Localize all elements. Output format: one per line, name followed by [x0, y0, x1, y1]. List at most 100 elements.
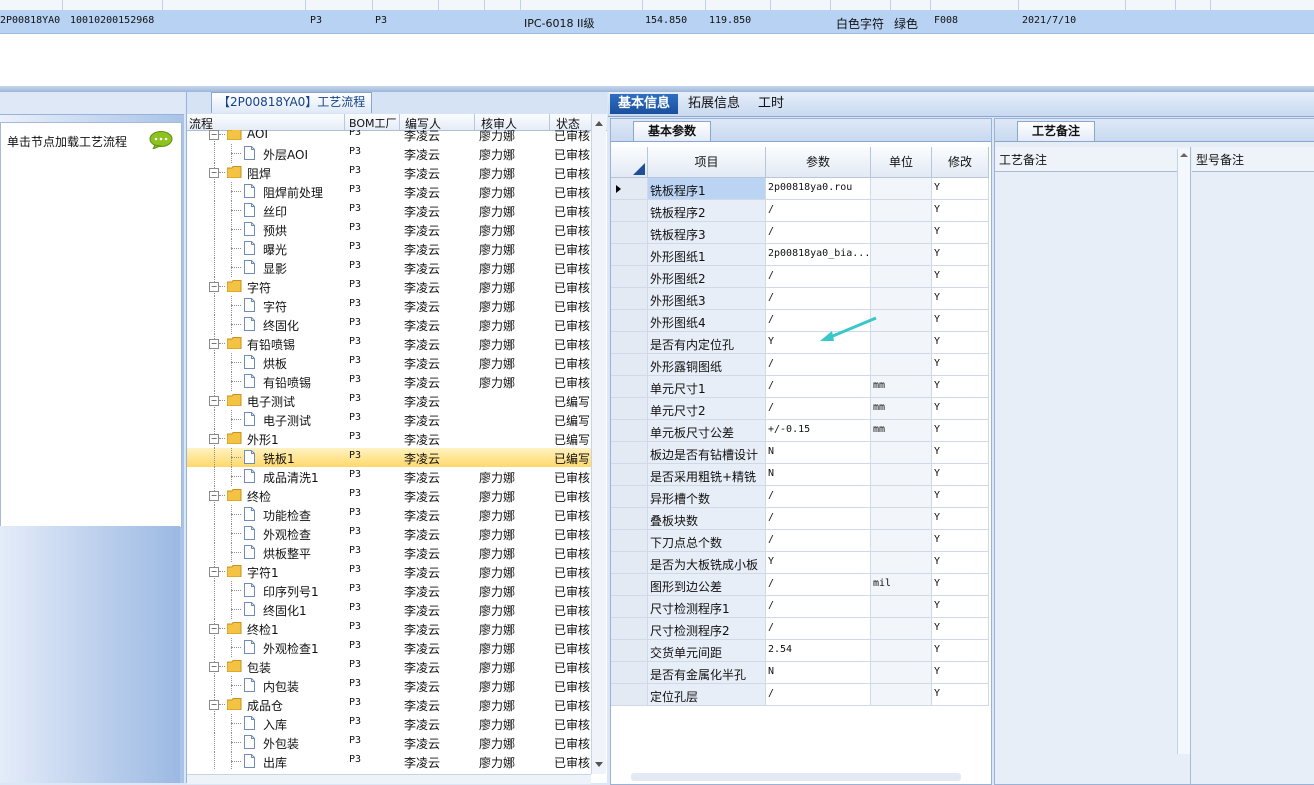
row-indicator[interactable]: [611, 464, 648, 486]
row-indicator[interactable]: [611, 684, 648, 706]
tree-row[interactable]: − 终检1 P3 李凌云 廖力娜 已审核: [187, 619, 591, 638]
param-unit-cell[interactable]: [871, 464, 932, 486]
col-modify[interactable]: 修改: [932, 147, 989, 178]
collapse-icon[interactable]: −: [209, 662, 219, 672]
tree-row[interactable]: 外包装 P3 李凌云 廖力娜 已审核: [187, 733, 591, 752]
param-row[interactable]: 外形图纸3 / Y: [611, 288, 989, 310]
param-row[interactable]: 是否有内定位孔 Y Y: [611, 332, 989, 354]
col-param[interactable]: 参数: [766, 147, 871, 178]
tab-extended-info[interactable]: 拓展信息: [680, 94, 748, 114]
row-indicator[interactable]: [611, 618, 648, 640]
param-value-cell[interactable]: /: [766, 288, 871, 310]
tree-row[interactable]: − 终检 P3 李凌云 廖力娜 已审核: [187, 486, 591, 505]
param-item-cell[interactable]: 叠板块数: [648, 508, 766, 530]
param-item-cell[interactable]: 是否采用粗铣+精铣: [648, 464, 766, 486]
param-row[interactable]: 叠板块数 / Y: [611, 508, 989, 530]
param-unit-cell[interactable]: [871, 178, 932, 200]
param-unit-cell[interactable]: [871, 684, 932, 706]
param-unit-cell[interactable]: [871, 244, 932, 266]
tree-row[interactable]: − 字符1 P3 李凌云 廖力娜 已审核: [187, 562, 591, 581]
param-item-cell[interactable]: 单元板尺寸公差: [648, 420, 766, 442]
tree-row[interactable]: − AOI P3 李凌云 廖力娜 已审核: [187, 130, 591, 144]
param-row[interactable]: 单元板尺寸公差 +/-0.15 mm Y: [611, 420, 989, 442]
param-value-cell[interactable]: N: [766, 464, 871, 486]
param-value-cell[interactable]: 2.54: [766, 640, 871, 662]
param-modify-cell[interactable]: Y: [932, 684, 989, 706]
param-value-cell[interactable]: /: [766, 222, 871, 244]
row-indicator[interactable]: [611, 508, 648, 530]
param-unit-cell[interactable]: [871, 222, 932, 244]
row-indicator[interactable]: [611, 530, 648, 552]
row-indicator[interactable]: [611, 244, 648, 266]
row-indicator[interactable]: [611, 288, 648, 310]
param-item-cell[interactable]: 板边是否有钻槽设计: [648, 442, 766, 464]
param-row[interactable]: 外形图纸4 / Y: [611, 310, 989, 332]
param-unit-cell[interactable]: mil: [871, 574, 932, 596]
param-modify-cell[interactable]: Y: [932, 398, 989, 420]
tab-basic-params[interactable]: 基本参数: [633, 121, 712, 141]
tree-row[interactable]: − 成品仓 P3 李凌云 廖力娜 已审核: [187, 695, 591, 714]
col-item[interactable]: 项目: [648, 147, 766, 178]
param-item-cell[interactable]: 异形槽个数: [648, 486, 766, 508]
row-indicator[interactable]: [611, 200, 648, 222]
param-row[interactable]: 是否采用粗铣+精铣 N Y: [611, 464, 989, 486]
row-indicator[interactable]: [611, 266, 648, 288]
tab-basic-info[interactable]: 基本信息: [610, 94, 679, 114]
tree-row[interactable]: 印序列号1 P3 李凌云 廖力娜 已审核: [187, 581, 591, 600]
param-row[interactable]: 下刀点总个数 / Y: [611, 530, 989, 552]
param-item-cell[interactable]: 外形图纸4: [648, 310, 766, 332]
param-row[interactable]: 尺寸检测程序2 / Y: [611, 618, 989, 640]
speech-bubble-icon[interactable]: [149, 131, 173, 149]
tree-row[interactable]: 外观检查1 P3 李凌云 廖力娜 已审核: [187, 638, 591, 657]
param-modify-cell[interactable]: Y: [932, 266, 989, 288]
collapse-icon[interactable]: −: [209, 396, 219, 406]
row-indicator[interactable]: [611, 574, 648, 596]
param-modify-cell[interactable]: Y: [932, 552, 989, 574]
param-item-cell[interactable]: 外形图纸3: [648, 288, 766, 310]
param-value-cell[interactable]: /: [766, 508, 871, 530]
param-modify-cell[interactable]: Y: [932, 464, 989, 486]
param-modify-cell[interactable]: Y: [932, 618, 989, 640]
tree-row[interactable]: 字符 P3 李凌云 廖力娜 已审核: [187, 296, 591, 315]
tree-row[interactable]: 烘板整平 P3 李凌云 廖力娜 已审核: [187, 543, 591, 562]
param-unit-cell[interactable]: [871, 266, 932, 288]
tab-process-flow[interactable]: 【2P00818YA0】工艺流程: [211, 92, 373, 113]
tree-row[interactable]: 外层AOI P3 李凌云 廖力娜 已审核: [187, 144, 591, 163]
row-indicator[interactable]: [611, 354, 648, 376]
tree-row[interactable]: − 有铅喷锡 P3 李凌云 廖力娜 已审核: [187, 334, 591, 353]
param-value-cell[interactable]: /: [766, 266, 871, 288]
param-value-cell[interactable]: /: [766, 486, 871, 508]
param-value-cell[interactable]: /: [766, 574, 871, 596]
param-item-cell[interactable]: 尺寸检测程序2: [648, 618, 766, 640]
param-row[interactable]: 铣板程序2 / Y: [611, 200, 989, 222]
row-indicator[interactable]: [611, 640, 648, 662]
param-row[interactable]: 外形图纸2 / Y: [611, 266, 989, 288]
param-row[interactable]: 单元尺寸2 / mm Y: [611, 398, 989, 420]
param-item-cell[interactable]: 尺寸检测程序1: [648, 596, 766, 618]
tree-row[interactable]: 显影 P3 李凌云 廖力娜 已审核: [187, 258, 591, 277]
param-value-cell[interactable]: 2p00818ya0_bia...: [766, 244, 871, 266]
tree-row[interactable]: 内包装 P3 李凌云 廖力娜 已审核: [187, 676, 591, 695]
param-modify-cell[interactable]: Y: [932, 222, 989, 244]
param-unit-cell[interactable]: [871, 508, 932, 530]
tree-row[interactable]: 出库 P3 李凌云 廖力娜 已审核: [187, 752, 591, 770]
param-unit-cell[interactable]: [871, 486, 932, 508]
param-unit-cell[interactable]: [871, 596, 932, 618]
param-unit-cell[interactable]: [871, 200, 932, 222]
param-row[interactable]: 铣板程序3 / Y: [611, 222, 989, 244]
tree-row[interactable]: 铣板1 P3 李凌云 已编写: [187, 448, 591, 467]
param-item-cell[interactable]: 外形露铜图纸: [648, 354, 766, 376]
param-modify-cell[interactable]: Y: [932, 376, 989, 398]
param-row[interactable]: 交货单元间距 2.54 Y: [611, 640, 989, 662]
param-modify-cell[interactable]: Y: [932, 200, 989, 222]
param-unit-cell[interactable]: mm: [871, 376, 932, 398]
param-modify-cell[interactable]: Y: [932, 310, 989, 332]
tree-row[interactable]: 终固化 P3 李凌云 廖力娜 已审核: [187, 315, 591, 334]
param-value-cell[interactable]: +/-0.15: [766, 420, 871, 442]
param-value-cell[interactable]: /: [766, 618, 871, 640]
tree-row[interactable]: 终固化1 P3 李凌云 廖力娜 已审核: [187, 600, 591, 619]
param-item-cell[interactable]: 是否有金属化半孔: [648, 662, 766, 684]
param-item-cell[interactable]: 下刀点总个数: [648, 530, 766, 552]
param-item-cell[interactable]: 是否为大板铣成小板: [648, 552, 766, 574]
tree-row[interactable]: 丝印 P3 李凌云 廖力娜 已审核: [187, 201, 591, 220]
